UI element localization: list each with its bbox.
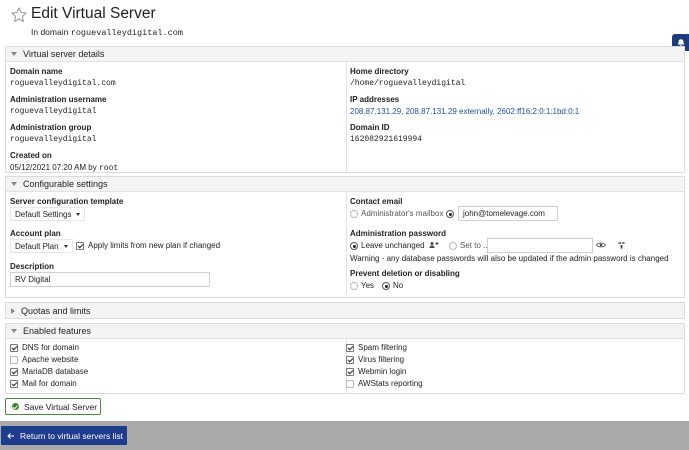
admin-password-label: Administration password [350,229,447,238]
apply-limits-checkbox[interactable] [76,242,84,250]
return-to-list-button[interactable]: Return to virtual servers list [1,426,127,445]
contact-email-label: Contact email [350,197,403,206]
created-on-value: 05/12/2021 07:20 AM by root [10,163,118,173]
star-icon[interactable] [10,6,28,24]
feature-label: Spam filtering [358,343,407,352]
panel-header-details[interactable]: Virtual server details [6,47,684,62]
feature-label: Apache website [22,355,79,364]
panel-title: Enabled features [23,326,92,336]
password-warning: Warning - any database passwords will al… [350,254,669,263]
description-label: Description [10,262,55,271]
prevent-no-radio[interactable] [382,282,390,290]
feature-checkbox[interactable] [10,344,18,352]
panel-header-features[interactable]: Enabled features [6,324,684,339]
domain-name-value: roguevalleydigital.com [10,79,116,88]
configurable-settings-panel: Configurable settings Server configurati… [5,176,685,298]
account-plan-select-value: Default Plan [15,241,59,251]
save-virtual-server-button[interactable]: Save Virtual Server [5,398,101,415]
feature-checkbox[interactable] [346,356,354,364]
admin-group-label: Administration group [10,123,92,132]
arrow-left-icon [7,432,14,439]
admin-mailbox-radio[interactable] [350,210,358,218]
admin-group-value: roguevalleydigital [10,135,97,144]
feature-checkbox[interactable] [10,368,18,376]
subtitle-domain: roguevalleydigital.com [70,28,183,38]
feature-checkbox[interactable] [346,368,354,376]
prevent-no-label: No [393,281,404,290]
ip-addresses-value[interactable]: 208.87.131.29, 208.87.131.29 externally,… [350,107,579,116]
generate-password-icon[interactable] [428,239,440,251]
feature-checkbox[interactable] [10,356,18,364]
collapse-caret-icon [11,52,17,56]
domain-id-label: Domain ID [350,123,390,132]
leave-unchanged-label: Leave unchanged [361,241,425,250]
subtitle-prefix: In domain [31,27,69,37]
check-circle-icon [12,403,19,410]
template-select[interactable]: Default Settings [10,207,86,221]
set-password-radio[interactable] [449,242,457,250]
created-by: root [98,164,119,173]
leave-unchanged-radio[interactable] [350,242,358,250]
enabled-features-panel: Enabled features DNS for domain Apache we… [5,323,685,394]
feature-checkbox[interactable] [10,380,18,388]
chevron-down-icon [76,212,81,216]
prevent-yes-radio[interactable] [350,282,358,290]
contact-email-input[interactable]: john@tomelevage.com [458,206,558,221]
prevent-yes-label: Yes [361,281,375,290]
panel-title: Configurable settings [23,179,108,189]
save-button-label: Save Virtual Server [24,401,98,412]
panel-title: Virtual server details [23,49,105,59]
eye-icon[interactable] [595,239,607,251]
feature-label: Webmin login [358,367,407,376]
expand-caret-icon [11,307,15,314]
feature-label: AWStats reporting [358,379,423,388]
template-select-value: Default Settings [15,209,72,219]
key-icon[interactable] [615,239,627,251]
feature-checkbox[interactable] [346,344,354,352]
collapse-caret-icon [11,329,17,333]
feature-label: MariaDB database [22,367,89,376]
admin-mailbox-label: Administrator's mailbox [361,209,444,218]
created-date: 05/12/2021 07:20 AM by [10,163,97,172]
panel-header-config[interactable]: Configurable settings [6,177,684,192]
custom-email-radio[interactable] [446,210,454,218]
home-directory-label: Home directory [350,67,409,76]
admin-username-value: roguevalleydigital [10,107,97,116]
domain-id-value: 162082921619994 [350,135,423,144]
panel-title: Quotas and limits [21,305,91,316]
return-button-label: Return to virtual servers list [20,430,123,441]
feature-label: Mail for domain [22,379,77,388]
prevent-deletion-label: Prevent deletion or disabling [350,269,460,278]
page-title: Edit Virtual Server [31,5,156,22]
created-on-label: Created on [10,151,52,160]
quotas-limits-panel: Quotas and limits [5,302,685,319]
admin-username-label: Administration username [10,95,107,104]
set-password-label: Set to .. [460,241,488,250]
ip-addresses-label: IP addresses [350,95,400,104]
password-input[interactable] [487,238,593,253]
feature-checkbox[interactable] [346,380,354,388]
feature-label: Virus filtering [358,355,405,364]
account-plan-select[interactable]: Default Plan [10,239,73,253]
apply-limits-label: Apply limits from new plan if changed [88,241,221,250]
feature-label: DNS for domain [22,343,79,352]
virtual-server-details-panel: Virtual server details Domain name rogue… [5,46,685,173]
description-input[interactable]: RV Digital [10,272,210,287]
home-directory-value: /home/roguevalleydigital [350,79,466,88]
page-subtitle: In domain roguevalleydigital.com [31,27,183,38]
domain-name-label: Domain name [10,67,63,76]
chevron-down-icon [63,244,68,248]
panel-header-quotas[interactable]: Quotas and limits [6,303,684,318]
template-label: Server configuration template [10,197,124,206]
account-plan-label: Account plan [10,229,61,238]
collapse-caret-icon [11,182,17,186]
